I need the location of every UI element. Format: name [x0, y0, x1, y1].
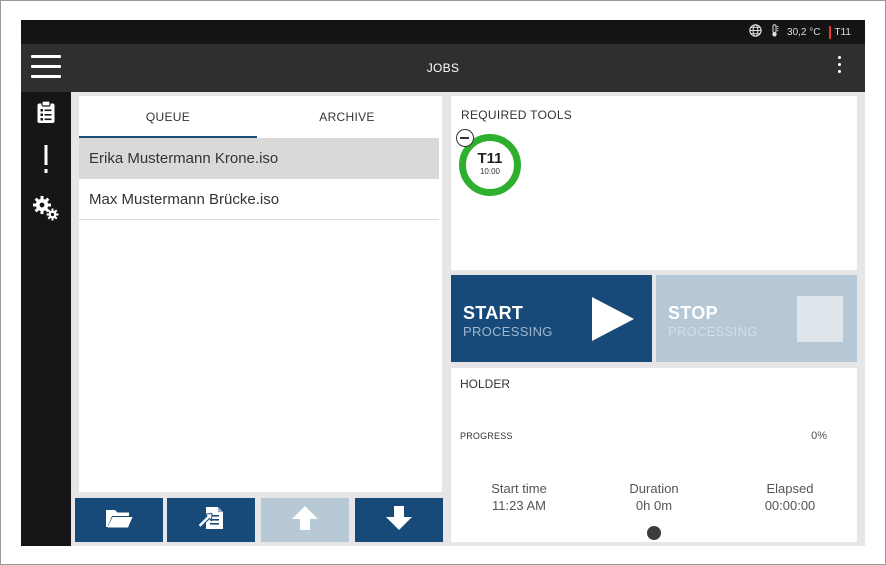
play-icon	[592, 297, 634, 341]
tool-name: T11	[477, 150, 503, 167]
tool-time: 10:00	[479, 167, 501, 176]
sidebar-item-alerts[interactable]	[21, 140, 71, 184]
gears-icon	[32, 195, 60, 226]
import-file-icon	[196, 505, 226, 536]
sidebar-item-settings[interactable]	[21, 188, 71, 232]
title-bar: JOBS	[21, 44, 865, 92]
page-title: JOBS	[426, 61, 460, 75]
page-indicator-dot[interactable]	[647, 526, 661, 540]
start-processing-button[interactable]: START PROCESSING	[451, 275, 652, 362]
list-item[interactable]: Erika Mustermann Krone.iso	[79, 138, 439, 179]
duration-label: Duration	[629, 481, 679, 496]
progress-value: 0%	[811, 430, 827, 442]
folder-open-icon	[104, 506, 134, 535]
required-tools-title: REQUIRED TOOLS	[461, 108, 573, 122]
required-tools-panel: REQUIRED TOOLS T11 10:00	[451, 96, 857, 270]
start-time-value: 11:23 AM	[492, 498, 546, 513]
clipboard-list-icon	[36, 99, 56, 129]
import-file-button[interactable]	[167, 498, 255, 542]
start-time-label: Start time	[491, 481, 547, 496]
sidebar	[21, 92, 71, 546]
start-sublabel: PROCESSING	[463, 324, 553, 339]
tool-indicator-bar	[828, 25, 831, 39]
stop-icon	[797, 296, 843, 342]
current-tool-label: T11	[834, 26, 852, 38]
status-bar: 30,2 °C T11	[21, 20, 865, 44]
temperature-readout: 30,2 °C	[787, 26, 821, 38]
exclamation-icon	[42, 144, 50, 180]
jobs-panel: QUEUE ARCHIVE Erika Mustermann Krone.iso…	[79, 96, 442, 492]
open-folder-button[interactable]	[75, 498, 163, 542]
tab-archive[interactable]: ARCHIVE	[257, 96, 437, 138]
tab-queue[interactable]: QUEUE	[79, 96, 257, 138]
holder-title: HOLDER	[460, 377, 511, 391]
tool-badge-t11[interactable]: T11 10:00	[456, 129, 523, 198]
start-label: START	[463, 303, 524, 323]
progress-label: PROGRESS	[460, 431, 513, 441]
arrow-down-icon	[385, 504, 413, 537]
job-action-bar	[75, 498, 443, 542]
elapsed-stat: Elapsed 00:00:00	[735, 480, 845, 514]
device-frame: 30,2 °C T11 JOBS QUEUE ARCHIVE Erika Mus…	[0, 0, 886, 565]
elapsed-value: 00:00:00	[764, 498, 816, 513]
start-time-stat: Start time 11:23 AM	[464, 480, 574, 514]
stop-processing-button[interactable]: STOP PROCESSING	[656, 275, 857, 362]
main-content: QUEUE ARCHIVE Erika Mustermann Krone.iso…	[71, 92, 865, 546]
sidebar-item-jobs[interactable]	[21, 92, 71, 136]
job-file-list: Erika Mustermann Krone.iso Max Musterman…	[79, 138, 439, 220]
jobs-tabs: QUEUE ARCHIVE	[79, 96, 442, 138]
more-options-icon[interactable]	[835, 56, 843, 82]
globe-icon[interactable]	[749, 24, 762, 40]
current-tool-indicator: T11	[828, 25, 852, 39]
thermometer-icon	[770, 24, 779, 40]
list-item[interactable]: Max Mustermann Brücke.iso	[79, 179, 439, 220]
move-up-button[interactable]	[261, 498, 349, 542]
holder-panel: HOLDER PROGRESS 0% Start time 11:23 AM D…	[451, 368, 857, 542]
status-bar-right: 30,2 °C T11	[749, 20, 851, 44]
remove-tool-icon[interactable]	[456, 129, 474, 147]
stop-label: STOP	[668, 303, 718, 323]
duration-value: 0h 0m	[635, 498, 673, 513]
duration-stat: Duration 0h 0m	[599, 480, 709, 514]
stop-sublabel: PROCESSING	[668, 324, 758, 339]
arrow-up-icon	[291, 504, 319, 537]
move-down-button[interactable]	[355, 498, 443, 542]
elapsed-label: Elapsed	[766, 481, 814, 496]
